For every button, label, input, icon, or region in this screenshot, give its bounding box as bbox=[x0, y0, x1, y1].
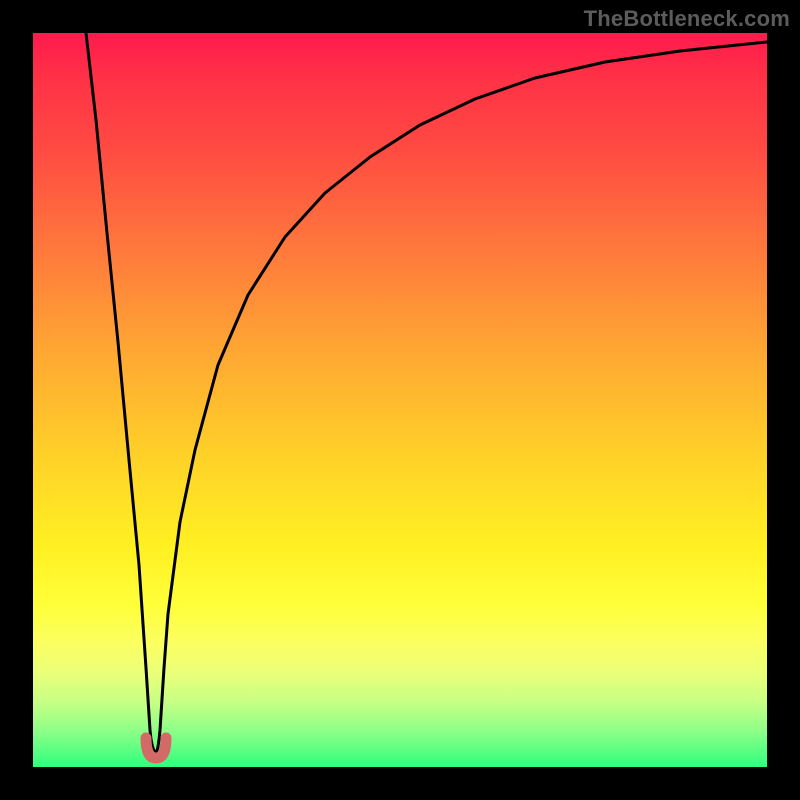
min-marker bbox=[146, 738, 166, 758]
curve-layer bbox=[0, 0, 800, 800]
bottleneck-curve bbox=[86, 33, 767, 752]
chart-frame: TheBottleneck.com bbox=[0, 0, 800, 800]
